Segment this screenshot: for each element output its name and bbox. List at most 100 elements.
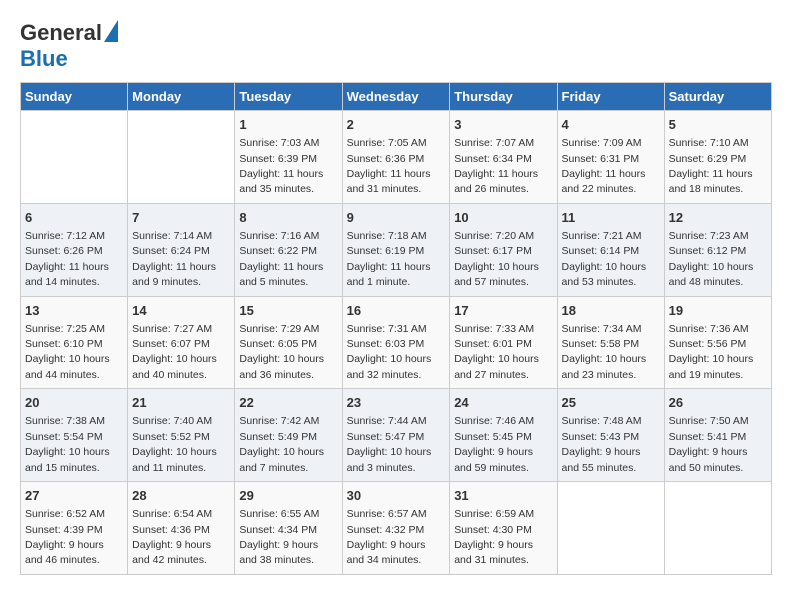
sunset-text: Sunset: 6:12 PM <box>669 245 747 257</box>
weekday-header-saturday: Saturday <box>664 83 771 111</box>
daylight-text: Daylight: 9 hours and 34 minutes. <box>347 539 426 566</box>
weekday-header-wednesday: Wednesday <box>342 83 450 111</box>
calendar-cell: 28Sunrise: 6:54 AMSunset: 4:36 PMDayligh… <box>128 482 235 575</box>
day-number: 10 <box>454 209 552 227</box>
sunrise-text: Sunrise: 7:09 AM <box>562 137 642 149</box>
day-number: 26 <box>669 394 767 412</box>
daylight-text: Daylight: 10 hours and 36 minutes. <box>239 353 324 380</box>
logo-general-text: General <box>20 20 102 46</box>
daylight-text: Daylight: 11 hours and 9 minutes. <box>132 261 216 288</box>
weekday-header-sunday: Sunday <box>21 83 128 111</box>
calendar-cell: 21Sunrise: 7:40 AMSunset: 5:52 PMDayligh… <box>128 389 235 482</box>
sunset-text: Sunset: 6:29 PM <box>669 153 747 165</box>
daylight-text: Daylight: 10 hours and 48 minutes. <box>669 261 754 288</box>
sunrise-text: Sunrise: 7:31 AM <box>347 323 427 335</box>
sunrise-text: Sunrise: 7:36 AM <box>669 323 749 335</box>
day-number: 11 <box>562 209 660 227</box>
sunset-text: Sunset: 6:10 PM <box>25 338 103 350</box>
calendar-cell: 27 Sunrise: 6:52 AM Sunset: 4:39 PM Dayligh… <box>21 482 128 575</box>
daylight-text: Daylight: 9 hours and 46 minutes. <box>25 539 104 566</box>
sunset-text: Sunset: 6:26 PM <box>25 245 103 257</box>
calendar-cell: 19Sunrise: 7:36 AMSunset: 5:56 PMDayligh… <box>664 296 771 389</box>
sunset-text: Sunset: 6:24 PM <box>132 245 210 257</box>
daylight-text: Daylight: 11 hours and 35 minutes. <box>239 168 323 195</box>
calendar-cell: 31Sunrise: 6:59 AMSunset: 4:30 PMDayligh… <box>450 482 557 575</box>
sunrise-text: Sunrise: 7:16 AM <box>239 230 319 242</box>
page-header: General Blue <box>20 20 772 72</box>
sunrise-text: Sunrise: 7:18 AM <box>347 230 427 242</box>
sunrise-text: Sunrise: 6:52 AM <box>25 508 105 520</box>
sunrise-text: Sunrise: 7:46 AM <box>454 415 534 427</box>
sunrise-text: Sunrise: 6:55 AM <box>239 508 319 520</box>
calendar-cell: 13Sunrise: 7:25 AMSunset: 6:10 PMDayligh… <box>21 296 128 389</box>
calendar-cell: 8Sunrise: 7:16 AMSunset: 6:22 PMDaylight… <box>235 203 342 296</box>
sunset-text: Sunset: 6:39 PM <box>239 153 317 165</box>
calendar-cell <box>664 482 771 575</box>
calendar-cell: 1 Sunrise: 7:03 AM Sunset: 6:39 PM Daylight… <box>235 111 342 204</box>
day-number: 20 <box>25 394 123 412</box>
sunrise-text: Sunrise: 7:44 AM <box>347 415 427 427</box>
sunrise-text: Sunrise: 7:21 AM <box>562 230 642 242</box>
calendar-cell: 22Sunrise: 7:42 AMSunset: 5:49 PMDayligh… <box>235 389 342 482</box>
day-number: 13 <box>25 302 123 320</box>
logo: General Blue <box>20 20 118 72</box>
sunset-text: Sunset: 6:36 PM <box>347 153 425 165</box>
daylight-text: Daylight: 9 hours and 50 minutes. <box>669 446 748 473</box>
sunset-text: Sunset: 6:19 PM <box>347 245 425 257</box>
weekday-header-monday: Monday <box>128 83 235 111</box>
weekday-header-friday: Friday <box>557 83 664 111</box>
sunrise-text: Sunrise: 6:59 AM <box>454 508 534 520</box>
day-number: 16 <box>347 302 446 320</box>
sunset-text: Sunset: 5:47 PM <box>347 431 425 443</box>
daylight-text: Daylight: 11 hours and 31 minutes. <box>347 168 431 195</box>
day-number: 7 <box>132 209 230 227</box>
daylight-text: Daylight: 10 hours and 27 minutes. <box>454 353 539 380</box>
calendar-cell: 10Sunrise: 7:20 AMSunset: 6:17 PMDayligh… <box>450 203 557 296</box>
calendar-cell: 17Sunrise: 7:33 AMSunset: 6:01 PMDayligh… <box>450 296 557 389</box>
day-number: 14 <box>132 302 230 320</box>
calendar-week-row: 13Sunrise: 7:25 AMSunset: 6:10 PMDayligh… <box>21 296 772 389</box>
logo-triangle-icon <box>104 20 118 42</box>
calendar-week-row: 20Sunrise: 7:38 AMSunset: 5:54 PMDayligh… <box>21 389 772 482</box>
sunrise-text: Sunrise: 7:05 AM <box>347 137 427 149</box>
daylight-text: Daylight: 11 hours and 1 minute. <box>347 261 431 288</box>
day-number: 21 <box>132 394 230 412</box>
calendar-cell: 12 Sunrise: 7:23 AM Sunset: 6:12 PM Dayligh… <box>664 203 771 296</box>
sunrise-text: Sunrise: 7:03 AM <box>239 137 319 149</box>
calendar-cell: 20Sunrise: 7:38 AMSunset: 5:54 PMDayligh… <box>21 389 128 482</box>
sunrise-text: Sunrise: 7:48 AM <box>562 415 642 427</box>
calendar-cell: 16Sunrise: 7:31 AMSunset: 6:03 PMDayligh… <box>342 296 450 389</box>
weekday-header-row: SundayMondayTuesdayWednesdayThursdayFrid… <box>21 83 772 111</box>
daylight-text: Daylight: 11 hours and 14 minutes. <box>25 261 109 288</box>
sunrise-text: Sunrise: 6:54 AM <box>132 508 212 520</box>
day-number: 12 <box>669 209 767 227</box>
sunset-text: Sunset: 4:39 PM <box>25 524 103 536</box>
day-number: 1 <box>239 116 337 134</box>
sunrise-text: Sunrise: 7:34 AM <box>562 323 642 335</box>
sunset-text: Sunset: 6:17 PM <box>454 245 532 257</box>
daylight-text: Daylight: 11 hours and 26 minutes. <box>454 168 538 195</box>
sunset-text: Sunset: 6:22 PM <box>239 245 317 257</box>
sunrise-text: Sunrise: 7:38 AM <box>25 415 105 427</box>
daylight-text: Daylight: 10 hours and 32 minutes. <box>347 353 432 380</box>
day-number: 19 <box>669 302 767 320</box>
sunset-text: Sunset: 5:41 PM <box>669 431 747 443</box>
calendar-cell: 30Sunrise: 6:57 AMSunset: 4:32 PMDayligh… <box>342 482 450 575</box>
calendar-cell: 6Sunrise: 7:12 AMSunset: 6:26 PMDaylight… <box>21 203 128 296</box>
sunset-text: Sunset: 6:01 PM <box>454 338 532 350</box>
sunrise-text: Sunrise: 7:33 AM <box>454 323 534 335</box>
sunrise-text: Sunrise: 7:23 AM <box>669 230 749 242</box>
sunrise-text: Sunrise: 7:29 AM <box>239 323 319 335</box>
calendar-table: SundayMondayTuesdayWednesdayThursdayFrid… <box>20 82 772 575</box>
day-number: 3 <box>454 116 552 134</box>
day-number: 15 <box>239 302 337 320</box>
daylight-text: Daylight: 9 hours and 31 minutes. <box>454 539 533 566</box>
day-number: 5 <box>669 116 767 134</box>
daylight-text: Daylight: 11 hours and 18 minutes. <box>669 168 753 195</box>
daylight-text: Daylight: 9 hours and 42 minutes. <box>132 539 211 566</box>
calendar-cell: 18Sunrise: 7:34 AMSunset: 5:58 PMDayligh… <box>557 296 664 389</box>
calendar-cell: 5Sunrise: 7:10 AMSunset: 6:29 PMDaylight… <box>664 111 771 204</box>
calendar-cell: 2Sunrise: 7:05 AMSunset: 6:36 PMDaylight… <box>342 111 450 204</box>
weekday-header-thursday: Thursday <box>450 83 557 111</box>
day-number: 27 <box>25 487 123 505</box>
